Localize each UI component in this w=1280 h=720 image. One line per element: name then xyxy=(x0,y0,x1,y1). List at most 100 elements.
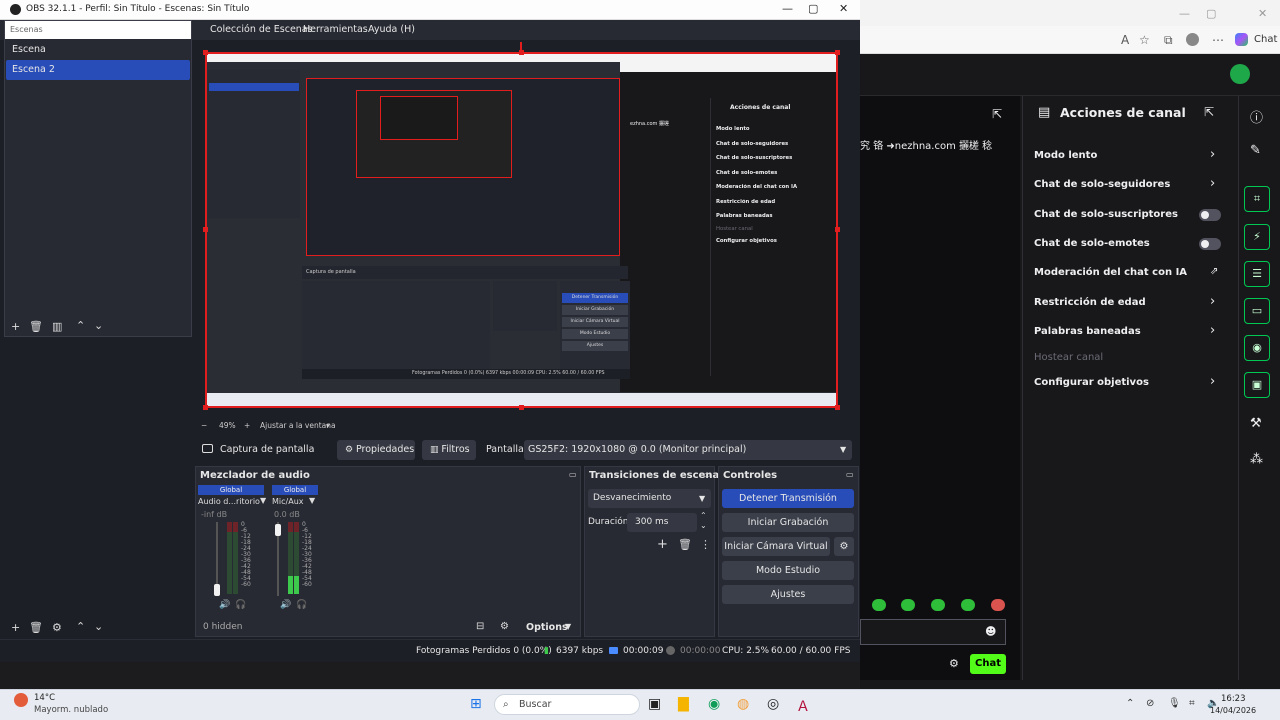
action-age-restriction[interactable]: Restricción de edad xyxy=(1034,297,1146,308)
emoji-icon[interactable]: ☻ xyxy=(985,625,996,638)
popout-icon[interactable]: ⇱ xyxy=(992,107,1002,121)
volume-fader-knob[interactable] xyxy=(214,584,220,596)
menu-tools[interactable]: Herramientas xyxy=(303,24,368,35)
start-virtual-camera-button[interactable]: Iniciar Cámara Virtual xyxy=(722,537,830,556)
close-icon[interactable]: ✕ xyxy=(839,2,848,15)
menu-help[interactable]: Ayuda (H) xyxy=(368,24,415,35)
maximize-icon[interactable]: ▢ xyxy=(808,2,818,15)
minimize-icon[interactable]: — xyxy=(1179,7,1190,20)
remove-transition-icon[interactable]: 🗑 xyxy=(678,538,692,551)
headphones-icon[interactable]: 🎧 xyxy=(235,600,246,610)
pencil-icon[interactable]: ✎ xyxy=(1250,143,1261,158)
favorite-star-icon[interactable]: ☆ xyxy=(1139,33,1150,47)
emote-icon[interactable] xyxy=(872,599,886,611)
maximize-icon[interactable]: ▢ xyxy=(1206,7,1216,20)
move-down-icon[interactable]: ⌄ xyxy=(94,319,103,332)
microphone-icon[interactable]: 🎙 xyxy=(1168,698,1181,709)
chevron-right-icon[interactable]: › xyxy=(1210,323,1215,338)
speaker-icon[interactable]: 🔊 xyxy=(280,600,291,610)
notes-icon[interactable]: ☰ xyxy=(1244,261,1270,287)
options-button[interactable]: Options xyxy=(526,622,568,633)
move-down-icon[interactable]: ⌄ xyxy=(94,620,103,633)
clock-time[interactable]: 16:23 xyxy=(1221,694,1246,704)
emote-icon[interactable] xyxy=(991,599,1005,611)
resize-handle[interactable] xyxy=(203,50,208,55)
stepper-up-icon[interactable]: ⌃ xyxy=(700,511,707,520)
action-ai-moderation[interactable]: Moderación del chat con IA xyxy=(1034,267,1187,278)
volume-fader-knob[interactable] xyxy=(275,524,281,536)
tray-chevron-icon[interactable]: ⌃ xyxy=(1126,698,1134,709)
dock-float-icon[interactable]: ▭ xyxy=(703,470,711,479)
network-icon[interactable]: ⌗ xyxy=(1189,698,1195,709)
zoom-out-icon[interactable]: − xyxy=(201,421,207,430)
chevron-right-icon[interactable]: › xyxy=(1210,147,1215,162)
broadcast-icon[interactable]: ◉ xyxy=(1244,335,1270,361)
emote-icon[interactable] xyxy=(961,599,975,611)
edge-icon[interactable]: ◉ xyxy=(708,696,720,712)
taskbar-search[interactable]: ⌕ Buscar xyxy=(494,694,640,715)
menu-scene-collection[interactable]: Colección de Escenas xyxy=(210,24,313,35)
add-transition-icon[interactable]: + xyxy=(657,537,668,552)
transition-menu-icon[interactable]: ⋮ xyxy=(700,538,711,551)
virtual-camera-settings-icon[interactable]: ⚙ xyxy=(834,537,854,556)
info-icon[interactable]: ⓘ xyxy=(1250,107,1263,126)
settings-gear-icon[interactable]: ⚙ xyxy=(949,657,959,670)
wrench-icon[interactable]: ⚒ xyxy=(1250,416,1262,431)
minimize-icon[interactable]: — xyxy=(782,2,793,15)
chevron-right-icon[interactable]: › xyxy=(1210,176,1215,191)
copilot-chat-label[interactable]: Chat xyxy=(1254,34,1277,45)
panel-popout-icon[interactable]: ⇱ xyxy=(1204,105,1214,119)
copilot-icon[interactable] xyxy=(1235,33,1248,46)
clock-date[interactable]: 14/04/2026 xyxy=(1210,706,1256,715)
channel-menu-icon[interactable]: ▼ xyxy=(260,496,266,505)
zoom-fit-button[interactable]: Ajustar a la ventana xyxy=(260,421,336,430)
add-scene-icon[interactable]: + xyxy=(11,320,20,333)
close-icon[interactable]: ✕ xyxy=(1258,7,1267,20)
duration-input[interactable]: 300 ms xyxy=(627,513,697,532)
tray-icon[interactable]: ⊘ xyxy=(1146,698,1154,709)
advanced-audio-icon[interactable]: ⚙ xyxy=(500,621,509,632)
weather-description[interactable]: Mayorm. nublado xyxy=(34,705,108,715)
weather-temp[interactable]: 14°C xyxy=(34,693,55,703)
layout-icon[interactable]: ⊟ xyxy=(476,621,484,632)
file-explorer-icon[interactable]: ▇ xyxy=(678,696,689,712)
extensions-icon[interactable]: ⁂ xyxy=(1250,452,1263,467)
scene-filters-icon[interactable]: ▥ xyxy=(52,320,62,333)
start-recording-button[interactable]: Iniciar Grabación xyxy=(722,513,854,532)
start-icon[interactable]: ⊞ xyxy=(470,696,482,712)
chrome-canary-icon[interactable]: ◍ xyxy=(737,696,749,712)
profile-avatar[interactable] xyxy=(1186,33,1199,46)
rotation-handle[interactable] xyxy=(520,42,522,50)
source-settings-icon[interactable]: ⚙ xyxy=(52,621,62,634)
obs-taskbar-icon[interactable]: ◎ xyxy=(767,696,779,712)
resize-handle[interactable] xyxy=(519,405,524,410)
emote-icon[interactable] xyxy=(931,599,945,611)
resize-handle[interactable] xyxy=(835,227,840,232)
channel-menu-icon[interactable]: ▼ xyxy=(309,496,315,505)
chat-send-button[interactable]: Chat xyxy=(970,654,1006,674)
chevron-right-icon[interactable]: › xyxy=(1210,374,1215,389)
action-goals[interactable]: Configurar objetivos xyxy=(1034,377,1149,388)
resize-handle[interactable] xyxy=(203,405,208,410)
lightning-icon[interactable]: ⚡ xyxy=(1244,224,1270,250)
remove-scene-icon[interactable]: 🗑 xyxy=(29,320,43,333)
settings-button[interactable]: Ajustes xyxy=(722,585,854,604)
chevron-right-icon[interactable]: › xyxy=(1210,294,1215,309)
collections-icon[interactable]: ⧉ xyxy=(1164,33,1173,48)
emotes-only-toggle[interactable] xyxy=(1199,238,1221,250)
resize-handle[interactable] xyxy=(519,50,524,55)
weather-icon[interactable] xyxy=(14,693,28,707)
chevron-down-icon[interactable]: ▼ xyxy=(565,622,571,631)
action-followers-only[interactable]: Chat de solo-seguidores xyxy=(1034,179,1170,190)
action-banned-words[interactable]: Palabras baneadas xyxy=(1034,326,1141,337)
properties-button[interactable]: ⚙ Propiedades xyxy=(337,440,415,460)
external-link-icon[interactable]: ⇗ xyxy=(1210,266,1218,277)
headphones-icon[interactable]: 🎧 xyxy=(296,600,307,610)
user-avatar[interactable] xyxy=(1230,64,1250,84)
add-source-icon[interactable]: + xyxy=(11,621,20,634)
stream-manager-icon[interactable]: ▣ xyxy=(1244,372,1270,398)
action-slow-mode[interactable]: Modo lento xyxy=(1034,150,1097,161)
dock-float-icon[interactable]: ▭ xyxy=(846,470,854,479)
move-up-icon[interactable]: ⌃ xyxy=(76,620,85,633)
dock-float-icon[interactable]: ▭ xyxy=(569,470,577,479)
